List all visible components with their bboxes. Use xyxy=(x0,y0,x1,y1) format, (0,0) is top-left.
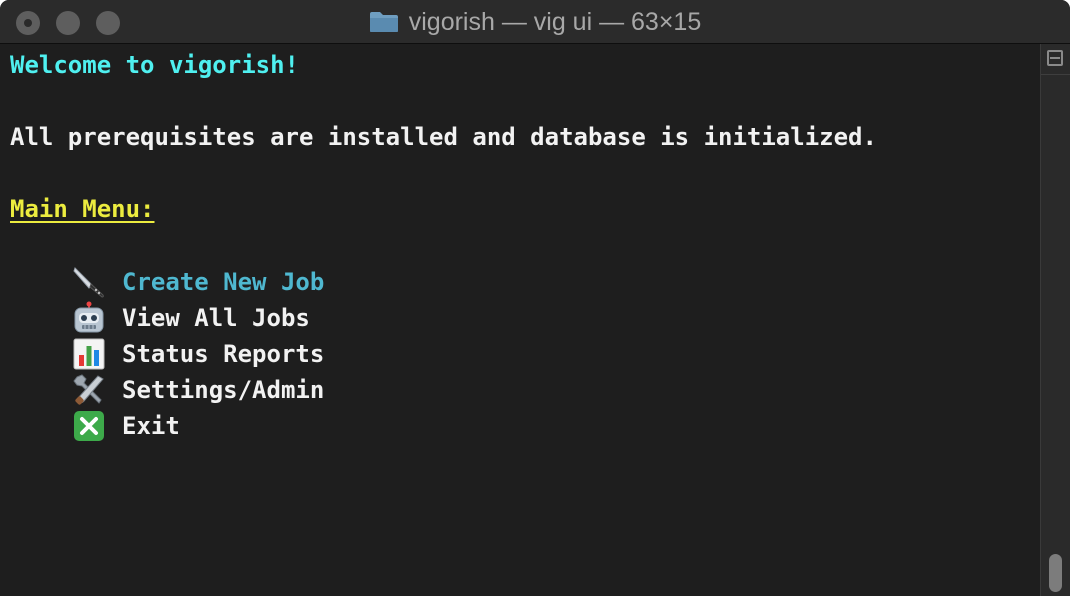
title-bar: vigorish — vig ui — 63×15 xyxy=(0,0,1070,44)
tools-icon xyxy=(72,373,110,407)
menu-item-view-all-jobs[interactable]: View All Jobs xyxy=(72,300,324,336)
menu-item-create-new-job[interactable]: Create New Job xyxy=(72,264,324,300)
terminal-content[interactable]: Welcome to vigorish! All prerequisites a… xyxy=(0,44,1040,596)
menu-item-status-reports[interactable]: Status Reports xyxy=(72,336,324,372)
folder-icon xyxy=(369,11,399,33)
menu-heading: Main Menu: xyxy=(10,195,155,223)
knife-icon xyxy=(72,265,110,299)
menu-item-label: Status Reports xyxy=(122,340,325,368)
menu-item-label: Create New Job xyxy=(122,268,325,296)
bar-chart-icon xyxy=(72,337,110,371)
split-pane-icon[interactable] xyxy=(1047,50,1063,66)
menu-item-settings-admin[interactable]: Settings/Admin xyxy=(72,372,324,408)
vertical-scrollbar[interactable] xyxy=(1040,44,1070,596)
cross-mark-icon xyxy=(72,409,110,443)
window-title: vigorish — vig ui — 63×15 xyxy=(408,7,702,36)
prereq-message: All prerequisites are installed and data… xyxy=(10,123,877,151)
main-menu: Create New Job View All Jobs Status Repo… xyxy=(72,264,324,444)
terminal-window: vigorish — vig ui — 63×15 Welcome to vig… xyxy=(0,0,1070,596)
robot-icon xyxy=(72,301,110,335)
menu-item-exit[interactable]: Exit xyxy=(72,408,324,444)
menu-item-label: Settings/Admin xyxy=(122,376,325,404)
menu-item-label: View All Jobs xyxy=(122,304,310,332)
scrollbar-thumb[interactable] xyxy=(1049,554,1062,592)
menu-item-label: Exit xyxy=(122,412,180,440)
welcome-text: Welcome to vigorish! xyxy=(10,51,299,79)
